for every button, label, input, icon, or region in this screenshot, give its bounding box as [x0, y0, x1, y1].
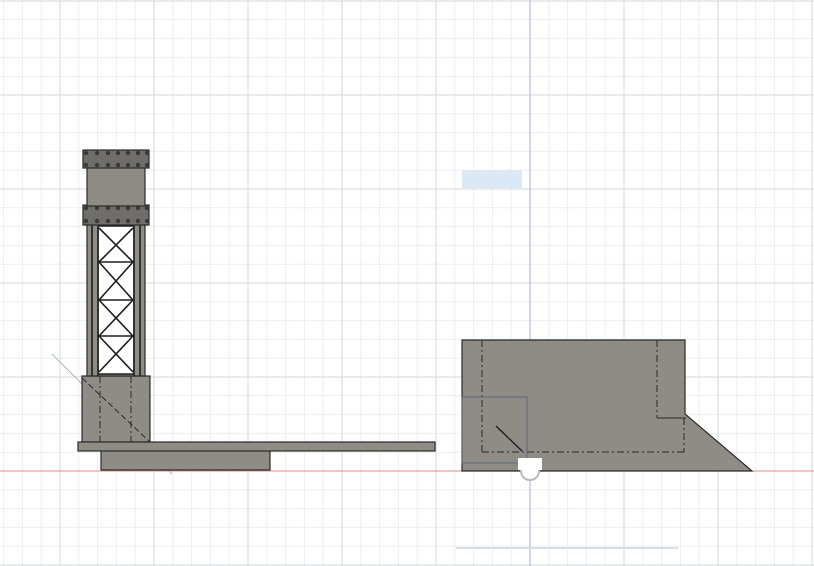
design-viewport[interactable]	[0, 0, 814, 566]
wedge-block-body[interactable]	[461, 339, 754, 472]
bolt-head	[83, 162, 89, 168]
bolt-head	[135, 218, 141, 224]
bolt-head	[105, 162, 111, 168]
selection-highlight	[462, 170, 522, 188]
bolt-head	[115, 218, 121, 224]
bolt-head	[115, 162, 121, 168]
bolt-head	[125, 150, 131, 156]
bolt-head	[105, 150, 111, 156]
bolt-head	[135, 150, 141, 156]
base-plate-slab[interactable]	[77, 441, 436, 452]
bolt-head	[94, 150, 100, 156]
base-plate-footing[interactable]	[100, 449, 271, 471]
origin-marker-mask	[518, 458, 542, 470]
tower-foundation-block[interactable]	[81, 375, 151, 443]
bolt-head	[83, 218, 89, 224]
wedge-block[interactable]	[461, 339, 754, 472]
bolt-head	[105, 218, 111, 224]
base-plate[interactable]	[77, 441, 436, 471]
bolt-head	[135, 162, 141, 168]
bolt-head	[115, 150, 121, 156]
bolt-head	[94, 218, 100, 224]
bolt-head	[125, 218, 131, 224]
bolt-head	[144, 218, 150, 224]
design-canvas[interactable]	[0, 0, 814, 566]
bolt-head	[125, 162, 131, 168]
lattice-tower[interactable]	[81, 149, 151, 443]
bolt-head	[144, 162, 150, 168]
tower-upper-barrel[interactable]	[86, 165, 146, 207]
bolt-head	[83, 150, 89, 156]
bolt-head	[144, 150, 150, 156]
bolt-head	[94, 162, 100, 168]
tower-cross-bracing	[98, 225, 134, 375]
